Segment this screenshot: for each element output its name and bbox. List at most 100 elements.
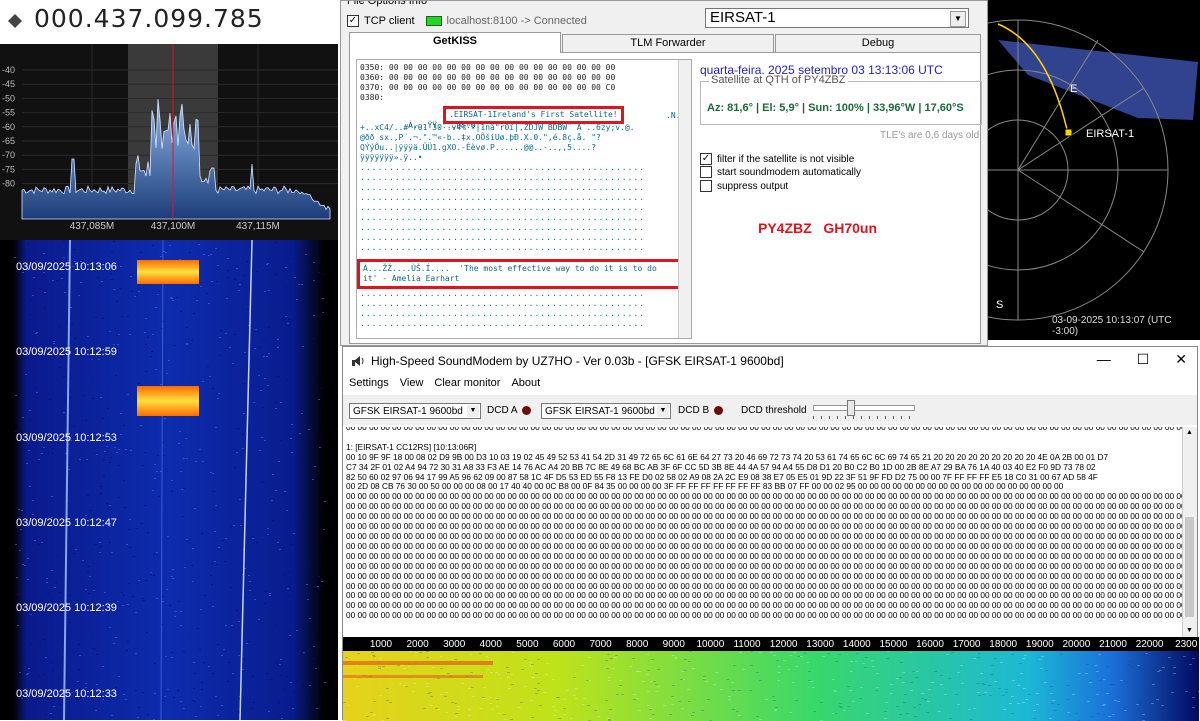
callsign-locator: PY4ZBZ GH70un <box>758 220 878 236</box>
monitor-scrollbar[interactable]: ▲ ▼ <box>1182 427 1197 637</box>
audio-waterfall[interactable] <box>343 651 1199 721</box>
ruler-tick-label: 4000 <box>480 639 503 650</box>
ruler-tick-label: 22000 <box>1136 639 1164 650</box>
menu-about[interactable]: About <box>511 377 540 389</box>
ruler-tick-label: 2000 <box>406 639 429 650</box>
satellite-position: Az: 81,6° | El: 5,9° | Sun: 100% | 33,96… <box>707 102 964 114</box>
kiss-line: @ðð sx.,P¨.¬.".™«-b..‡x.OÕšíUø.þÐ.X.0.",… <box>360 133 601 142</box>
signal-burst-1 <box>137 260 199 284</box>
option-label: suppress output <box>717 180 789 192</box>
modem-a-select[interactable]: GFSK EIRSAT-1 9600bd ▼ <box>349 403 481 419</box>
menu-settings[interactable]: Settings <box>349 377 389 389</box>
ruler-tick-label: 21000 <box>1099 639 1127 650</box>
menu-bar: Settings View Clear monitor About <box>349 377 540 389</box>
chevron-down-icon[interactable]: ▼ <box>657 405 669 417</box>
hex-line: 0380: <box>360 93 385 102</box>
frequency-display: 000.437.099.785 <box>0 0 338 44</box>
menu-bar[interactable]: File Options Info <box>347 1 427 7</box>
chevron-down-icon[interactable]: ▼ <box>950 11 966 27</box>
waterfall-timestamp: 03/09/2025 10:12:33 <box>16 688 117 700</box>
filter-checkbox[interactable]: ✓ <box>700 153 712 165</box>
hex-line: 0350: 00 00 00 00 00 00 00 00 00 00 00 0… <box>360 63 616 72</box>
dcd-threshold-label: DCD threshold <box>741 405 807 416</box>
menu-clear-monitor[interactable]: Clear monitor <box>434 377 500 389</box>
ruler-tick-label: 18000 <box>989 639 1017 650</box>
waterfall-panel[interactable]: 03/09/2025 10:13:06 03/09/2025 10:12:59 … <box>0 240 338 720</box>
db-tick-label: -60 <box>2 122 15 132</box>
frequency-readout[interactable]: 000.437.099.785 <box>34 4 264 33</box>
minimize-icon[interactable]: — <box>1097 351 1111 368</box>
monitor-line: 00 00 00 00 00 00 00 00 00 00 00 00 00 0… <box>346 570 1183 581</box>
waterfall-timestamp: 03/09/2025 10:13:06 <box>16 261 117 273</box>
ruler-tick-label: 12000 <box>770 639 798 650</box>
modem-a-value: GFSK EIRSAT-1 9600bd <box>353 406 463 417</box>
tab-debug[interactable]: Debug <box>775 34 981 52</box>
hex-line: 0360: 00 00 00 00 00 00 00 00 00 00 00 0… <box>360 73 616 82</box>
start-soundmodem-checkbox[interactable] <box>700 166 712 178</box>
satellite-select[interactable]: EIRSAT-1 ▼ <box>705 8 969 28</box>
scrollbar[interactable] <box>678 60 691 338</box>
freq-tick-label: 437,100M <box>151 221 195 232</box>
tcp-row: ✓ TCP client localhost:8100 -> Connected <box>347 13 587 29</box>
waterfall-timestamp: 03/09/2025 10:12:47 <box>16 517 117 529</box>
freq-tick-label: 437,115M <box>236 221 280 232</box>
db-tick-label: -65 <box>2 136 15 146</box>
highlight-box-1: .EIRSAT-1Ireland's First Satellite! <box>443 106 624 124</box>
monitor-line: 00 00 00 00 00 00 00 00 00 00 00 00 00 0… <box>346 610 1183 621</box>
db-tick-label: -50 <box>2 93 15 103</box>
ruler-tick-label: 6000 <box>553 639 576 650</box>
connection-status: localhost:8100 -> Connected <box>446 15 587 27</box>
tle-age: TLE's are 0,6 days old <box>880 130 980 141</box>
satellite-marker <box>1064 128 1073 137</box>
close-icon[interactable]: ✕ <box>1175 351 1187 368</box>
qth-group: Satellite at QTH of PY4ZBZ Az: 81,6° | E… <box>700 74 982 125</box>
hex-line: 0370: 00 00 00 00 00 00 00 00 00 00 00 0… <box>360 83 616 92</box>
dcd-a-label: DCD A <box>487 405 518 416</box>
db-tick-label: -75 <box>2 164 15 174</box>
kiss-output[interactable]: 0350: 00 00 00 00 00 00 00 00 00 00 00 0… <box>356 59 692 339</box>
polar-plot <box>988 19 1198 321</box>
modem-b-select[interactable]: GFSK EIRSAT-1 9600bd ▼ <box>541 403 671 419</box>
db-tick-label: -40 <box>2 65 15 75</box>
dcd-threshold-slider[interactable] <box>813 399 915 421</box>
ruler-tick-label: 2300 <box>1175 639 1198 650</box>
window-controls: — ☐ ✕ <box>1097 351 1187 368</box>
ruler-tick-label: 14000 <box>843 639 871 650</box>
spectrum-panel[interactable]: -40 -45 -50 -55 -60 -65 -70 -75 -80 437,085M 437,… <box>0 44 338 240</box>
ruler-tick-label: 15000 <box>879 639 907 650</box>
kiss-line: ÿÿÿÿÿÿÿ».ÿ..• <box>360 153 423 162</box>
tab-tlm-forwarder[interactable]: TLM Forwarder <box>562 34 774 52</box>
ruler-tick-label: 13000 <box>806 639 834 650</box>
app-icon <box>352 356 364 366</box>
scroll-thumb[interactable] <box>1185 517 1194 617</box>
option-start-soundmodem[interactable]: start soundmodem automatically <box>700 166 861 178</box>
frequency-ruler: 1000 2000 3000 4000 5000 6000 7000 8000 9000 1000… <box>343 637 1199 651</box>
waterfall-timestamp: 03/09/2025 10:12:53 <box>16 432 117 444</box>
modem-b-value: GFSK EIRSAT-1 9600bd <box>545 406 655 417</box>
suppress-output-checkbox[interactable] <box>700 180 712 192</box>
qth-group-title: Satellite at QTH of PY4ZBZ <box>709 74 848 86</box>
ruler-tick-label: 8000 <box>626 639 649 650</box>
polar-map[interactable]: E S EIRSAT-1 03-09-2025 10:13:07 (UTC -3… <box>988 0 1200 340</box>
db-tick-label: -55 <box>2 108 15 118</box>
highlight-text: .EIRSAT-1Ireland's First Satellite! <box>449 110 618 119</box>
chevron-down-icon[interactable]: ▼ <box>467 405 479 417</box>
getkiss-panel: 0350: 00 00 00 00 00 00 00 00 00 00 00 0… <box>349 52 982 344</box>
menu-view[interactable]: View <box>400 377 424 389</box>
option-label: filter if the satellite is not visible <box>717 153 855 165</box>
ruler-tick-label: 3000 <box>443 639 466 650</box>
maximize-icon[interactable]: ☐ <box>1137 351 1150 368</box>
connection-led <box>425 16 442 26</box>
tab-getkiss[interactable]: GetKISS <box>349 32 561 53</box>
option-filter-visible[interactable]: ✓ filter if the satellite is not visible <box>700 153 854 165</box>
compass-south: S <box>996 299 1004 311</box>
option-suppress-output[interactable]: suppress output <box>700 180 788 192</box>
footprint-area <box>998 40 1198 120</box>
slider-thumb[interactable] <box>847 400 855 416</box>
tcp-client-checkbox[interactable]: ✓ <box>347 15 359 27</box>
ruler-tick-label: 1000 <box>370 639 393 650</box>
satellite-select-value: EIRSAT-1 <box>710 9 776 26</box>
db-tick-label: -45 <box>2 79 15 89</box>
monitor-output[interactable]: 00 00 00 00 00 00 00 00 00 00 00 00 00 0… <box>343 427 1183 637</box>
highlight-text: À...ŽŽ....ÙŠ.Í.... 'The most effective w… <box>363 264 657 273</box>
